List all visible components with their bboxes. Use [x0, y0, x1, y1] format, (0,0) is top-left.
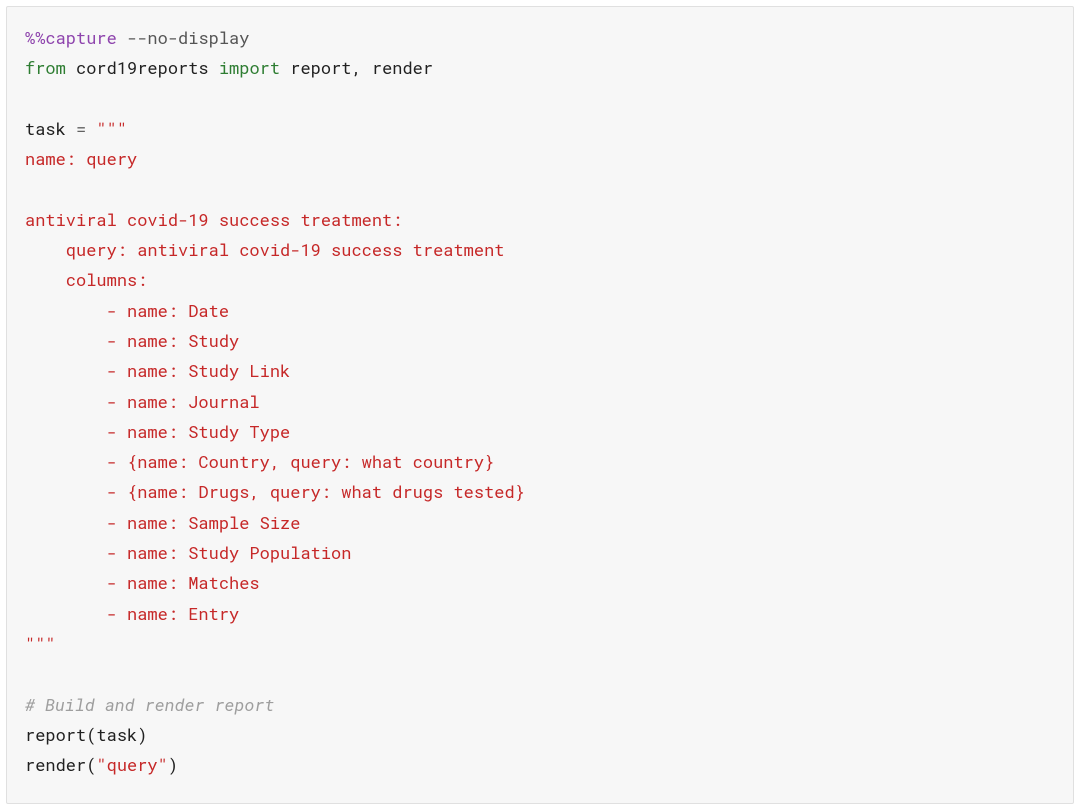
code-cell[interactable]: %%capture --no-display from cord19report…	[6, 6, 1074, 804]
call-render-pre: render(	[25, 753, 96, 776]
string-line: - name: Matches	[25, 571, 260, 594]
comment: # Build and render report	[25, 693, 274, 716]
keyword-import: import	[219, 56, 280, 79]
string-line: - name: Study Link	[25, 359, 290, 382]
string-line: columns:	[25, 268, 147, 291]
call-render-arg: "query"	[96, 753, 167, 776]
string-line: - {name: Drugs, query: what drugs tested…	[25, 480, 525, 503]
string-line: - name: Study Type	[25, 420, 290, 443]
string-line: antiviral covid-19 success treatment:	[25, 208, 402, 231]
import-names: report, render	[280, 56, 433, 79]
keyword-from: from	[25, 56, 66, 79]
assign-lhs: task	[25, 117, 76, 140]
module-name: cord19reports	[66, 56, 219, 79]
string-line: name: query	[25, 147, 137, 170]
string-line: - name: Entry	[25, 602, 239, 625]
string-line: - {name: Country, query: what country}	[25, 450, 494, 473]
assign-op: =	[76, 117, 86, 140]
call-render-post: )	[168, 753, 178, 776]
string-line: - name: Journal	[25, 390, 260, 413]
string-line: - name: Sample Size	[25, 511, 300, 534]
string-line: - name: Study Population	[25, 541, 351, 564]
string-open: """	[86, 117, 127, 140]
string-line: query: antiviral covid-19 success treatm…	[25, 238, 504, 261]
call-report: report(task)	[25, 723, 147, 746]
string-line: - name: Date	[25, 299, 229, 322]
string-line: - name: Study	[25, 329, 239, 352]
magic-command: %%capture	[25, 26, 117, 49]
magic-arg: --no-display	[117, 26, 250, 49]
string-close: """	[25, 632, 56, 655]
